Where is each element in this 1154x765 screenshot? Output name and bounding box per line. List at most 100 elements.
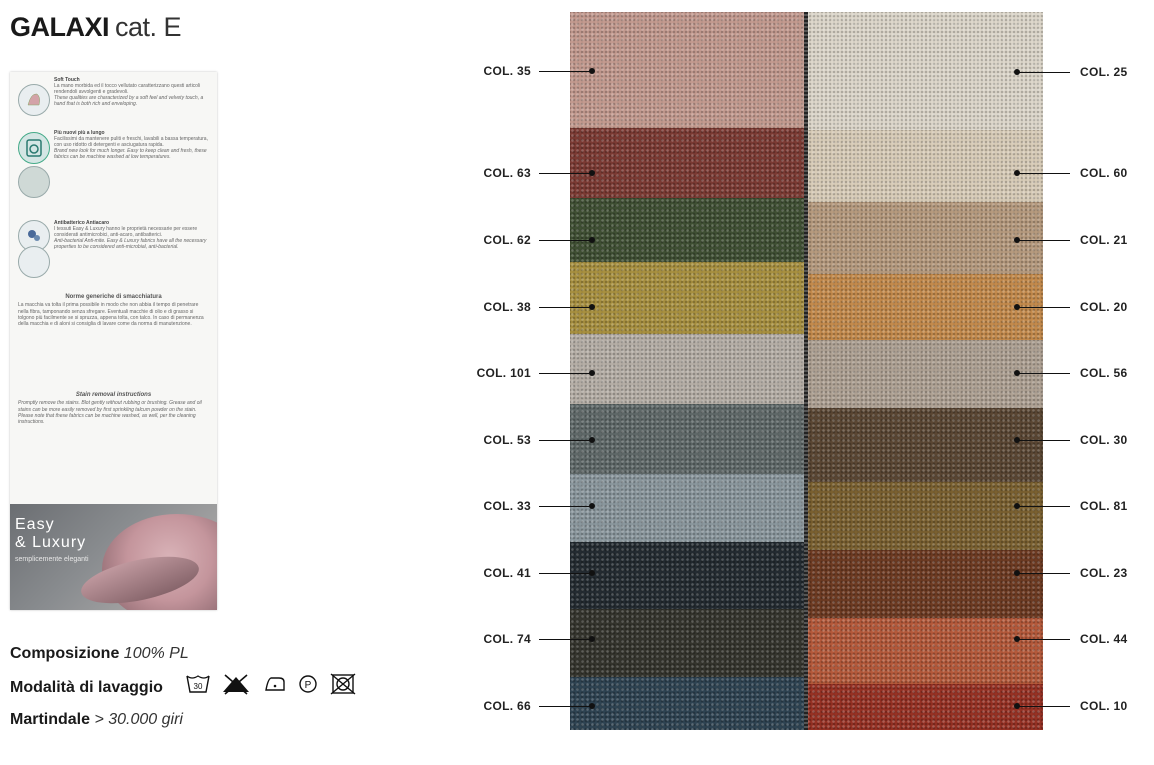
swatch-col-10 bbox=[806, 684, 1043, 730]
leader-line bbox=[539, 240, 592, 241]
swatch-col-44 bbox=[806, 618, 1043, 684]
leader-line bbox=[1017, 72, 1070, 73]
swatch-col-56 bbox=[806, 340, 1043, 408]
swatch-col-25 bbox=[806, 12, 1043, 130]
feature-text-en: These qualities are characterized by a s… bbox=[54, 95, 204, 107]
iron-low-icon bbox=[263, 673, 287, 700]
swatch-col-63 bbox=[570, 128, 807, 198]
leader-dot bbox=[1014, 69, 1020, 75]
svg-text:30: 30 bbox=[194, 682, 203, 691]
leader-line bbox=[1017, 173, 1070, 174]
hand-touch-icon bbox=[18, 84, 50, 116]
leader-dot bbox=[589, 636, 595, 642]
washing-row: Modalità di lavaggio bbox=[10, 678, 163, 698]
leader-line bbox=[1017, 573, 1070, 574]
leader-dot bbox=[1014, 370, 1020, 376]
leader-line bbox=[539, 373, 592, 374]
leader-dot bbox=[589, 68, 595, 74]
feature-text-it: I tessuti Easy & Luxury hanno le proprie… bbox=[54, 226, 198, 238]
swatch-col-21 bbox=[806, 202, 1043, 274]
leader-line bbox=[539, 307, 592, 308]
swatch-seam bbox=[804, 12, 808, 730]
martindale-row: Martindale > 30.000 giri bbox=[10, 710, 183, 730]
info-sheet: Soft Touch La mano morbida ed il tocco v… bbox=[10, 72, 217, 610]
bacteria-icon bbox=[18, 246, 50, 278]
swatch-code-label: COL. 44 bbox=[1080, 632, 1128, 646]
swatch-column-right bbox=[806, 12, 1043, 730]
leader-line bbox=[1017, 506, 1070, 507]
martindale-label: Martindale bbox=[10, 711, 91, 728]
eco-icon bbox=[18, 166, 50, 198]
stain-title-it: Norme generiche di smacchiatura bbox=[65, 294, 162, 300]
swatch-code-label: COL. 23 bbox=[1080, 566, 1128, 580]
feature-text-it: La mano morbida ed il tocco vellutato ca… bbox=[54, 83, 201, 95]
swatch-col-30 bbox=[806, 408, 1043, 482]
swatch-code-label: COL. 30 bbox=[1080, 433, 1128, 447]
dry-clean-p-icon: P bbox=[298, 674, 318, 699]
no-tumble-dry-icon bbox=[330, 673, 356, 700]
swatch-col-101 bbox=[570, 334, 807, 404]
brand-line-2: & Luxury bbox=[15, 534, 87, 551]
leader-dot bbox=[589, 170, 595, 176]
swatch-code-label: COL. 33 bbox=[483, 499, 531, 513]
leader-dot bbox=[589, 370, 595, 376]
leader-line bbox=[1017, 240, 1070, 241]
washing-label: Modalità di lavaggio bbox=[10, 679, 163, 696]
leader-dot bbox=[589, 503, 595, 509]
leader-dot bbox=[1014, 237, 1020, 243]
product-title: GALAXI cat. E bbox=[10, 10, 182, 44]
swatch-col-38 bbox=[570, 262, 807, 334]
wash-30-icon: 30 bbox=[186, 673, 210, 700]
swatch-code-label: COL. 60 bbox=[1080, 166, 1128, 180]
composition-value: 100% PL bbox=[123, 645, 189, 662]
swatch-code-label: COL. 20 bbox=[1080, 300, 1128, 314]
stain-text-en: Promptly remove the stains. Blot gently … bbox=[18, 400, 202, 426]
leader-dot bbox=[1014, 170, 1020, 176]
feature-text-it: Facilissimi da mantenere puliti e fresch… bbox=[54, 136, 208, 148]
composition-label: Composizione bbox=[10, 645, 120, 662]
swatch-column-left bbox=[570, 12, 807, 730]
swatch-col-23 bbox=[806, 550, 1043, 618]
leader-line bbox=[539, 573, 592, 574]
leader-line bbox=[1017, 639, 1070, 640]
swatch-code-label: COL. 35 bbox=[483, 64, 531, 78]
leader-dot bbox=[589, 570, 595, 576]
leader-dot bbox=[589, 237, 595, 243]
swatch-col-35 bbox=[570, 12, 807, 128]
leader-line bbox=[539, 639, 592, 640]
swatch-col-74 bbox=[570, 609, 807, 677]
stain-instructions-it: Norme generiche di smacchiatura La macch… bbox=[18, 294, 209, 327]
swatch-col-60 bbox=[806, 130, 1043, 202]
swatch-code-label: COL. 62 bbox=[483, 233, 531, 247]
swatch-code-label: COL. 101 bbox=[476, 366, 531, 380]
leader-dot bbox=[1014, 703, 1020, 709]
brand-tagline: semplicemente eleganti bbox=[15, 556, 89, 563]
swatch-code-label: COL. 21 bbox=[1080, 233, 1128, 247]
leader-dot bbox=[1014, 437, 1020, 443]
swatch-code-label: COL. 63 bbox=[483, 166, 531, 180]
leader-dot bbox=[589, 437, 595, 443]
swatch-col-53 bbox=[570, 404, 807, 474]
brand-promo-image: Easy & Luxury semplicemente eleganti bbox=[10, 504, 217, 610]
stain-title-en: Stain removal instructions bbox=[75, 392, 152, 398]
swatch-code-label: COL. 25 bbox=[1080, 65, 1128, 79]
leader-dot bbox=[1014, 570, 1020, 576]
leader-line bbox=[1017, 706, 1070, 707]
feature-soft-touch: Soft Touch La mano morbida ed il tocco v… bbox=[16, 74, 212, 122]
swatch-col-41 bbox=[570, 542, 807, 609]
product-name: GALAXI bbox=[10, 12, 110, 42]
swatch-code-label: COL. 56 bbox=[1080, 366, 1128, 380]
washing-icon bbox=[18, 132, 50, 164]
leader-line bbox=[539, 71, 592, 72]
composition-row: Composizione 100% PL bbox=[10, 644, 189, 664]
swatch-col-20 bbox=[806, 274, 1043, 340]
leader-line bbox=[539, 506, 592, 507]
swatch-col-66 bbox=[570, 677, 807, 730]
leader-line bbox=[1017, 373, 1070, 374]
leader-line bbox=[539, 706, 592, 707]
leader-dot bbox=[589, 304, 595, 310]
no-bleach-icon bbox=[221, 673, 251, 700]
brand-line-1: Easy bbox=[15, 516, 55, 533]
feature-text-en: Brand new look for much longer. Easy to … bbox=[54, 148, 207, 160]
feature-text-en: Anti-bacterial Anti-mite. Easy & Luxury … bbox=[54, 238, 207, 250]
